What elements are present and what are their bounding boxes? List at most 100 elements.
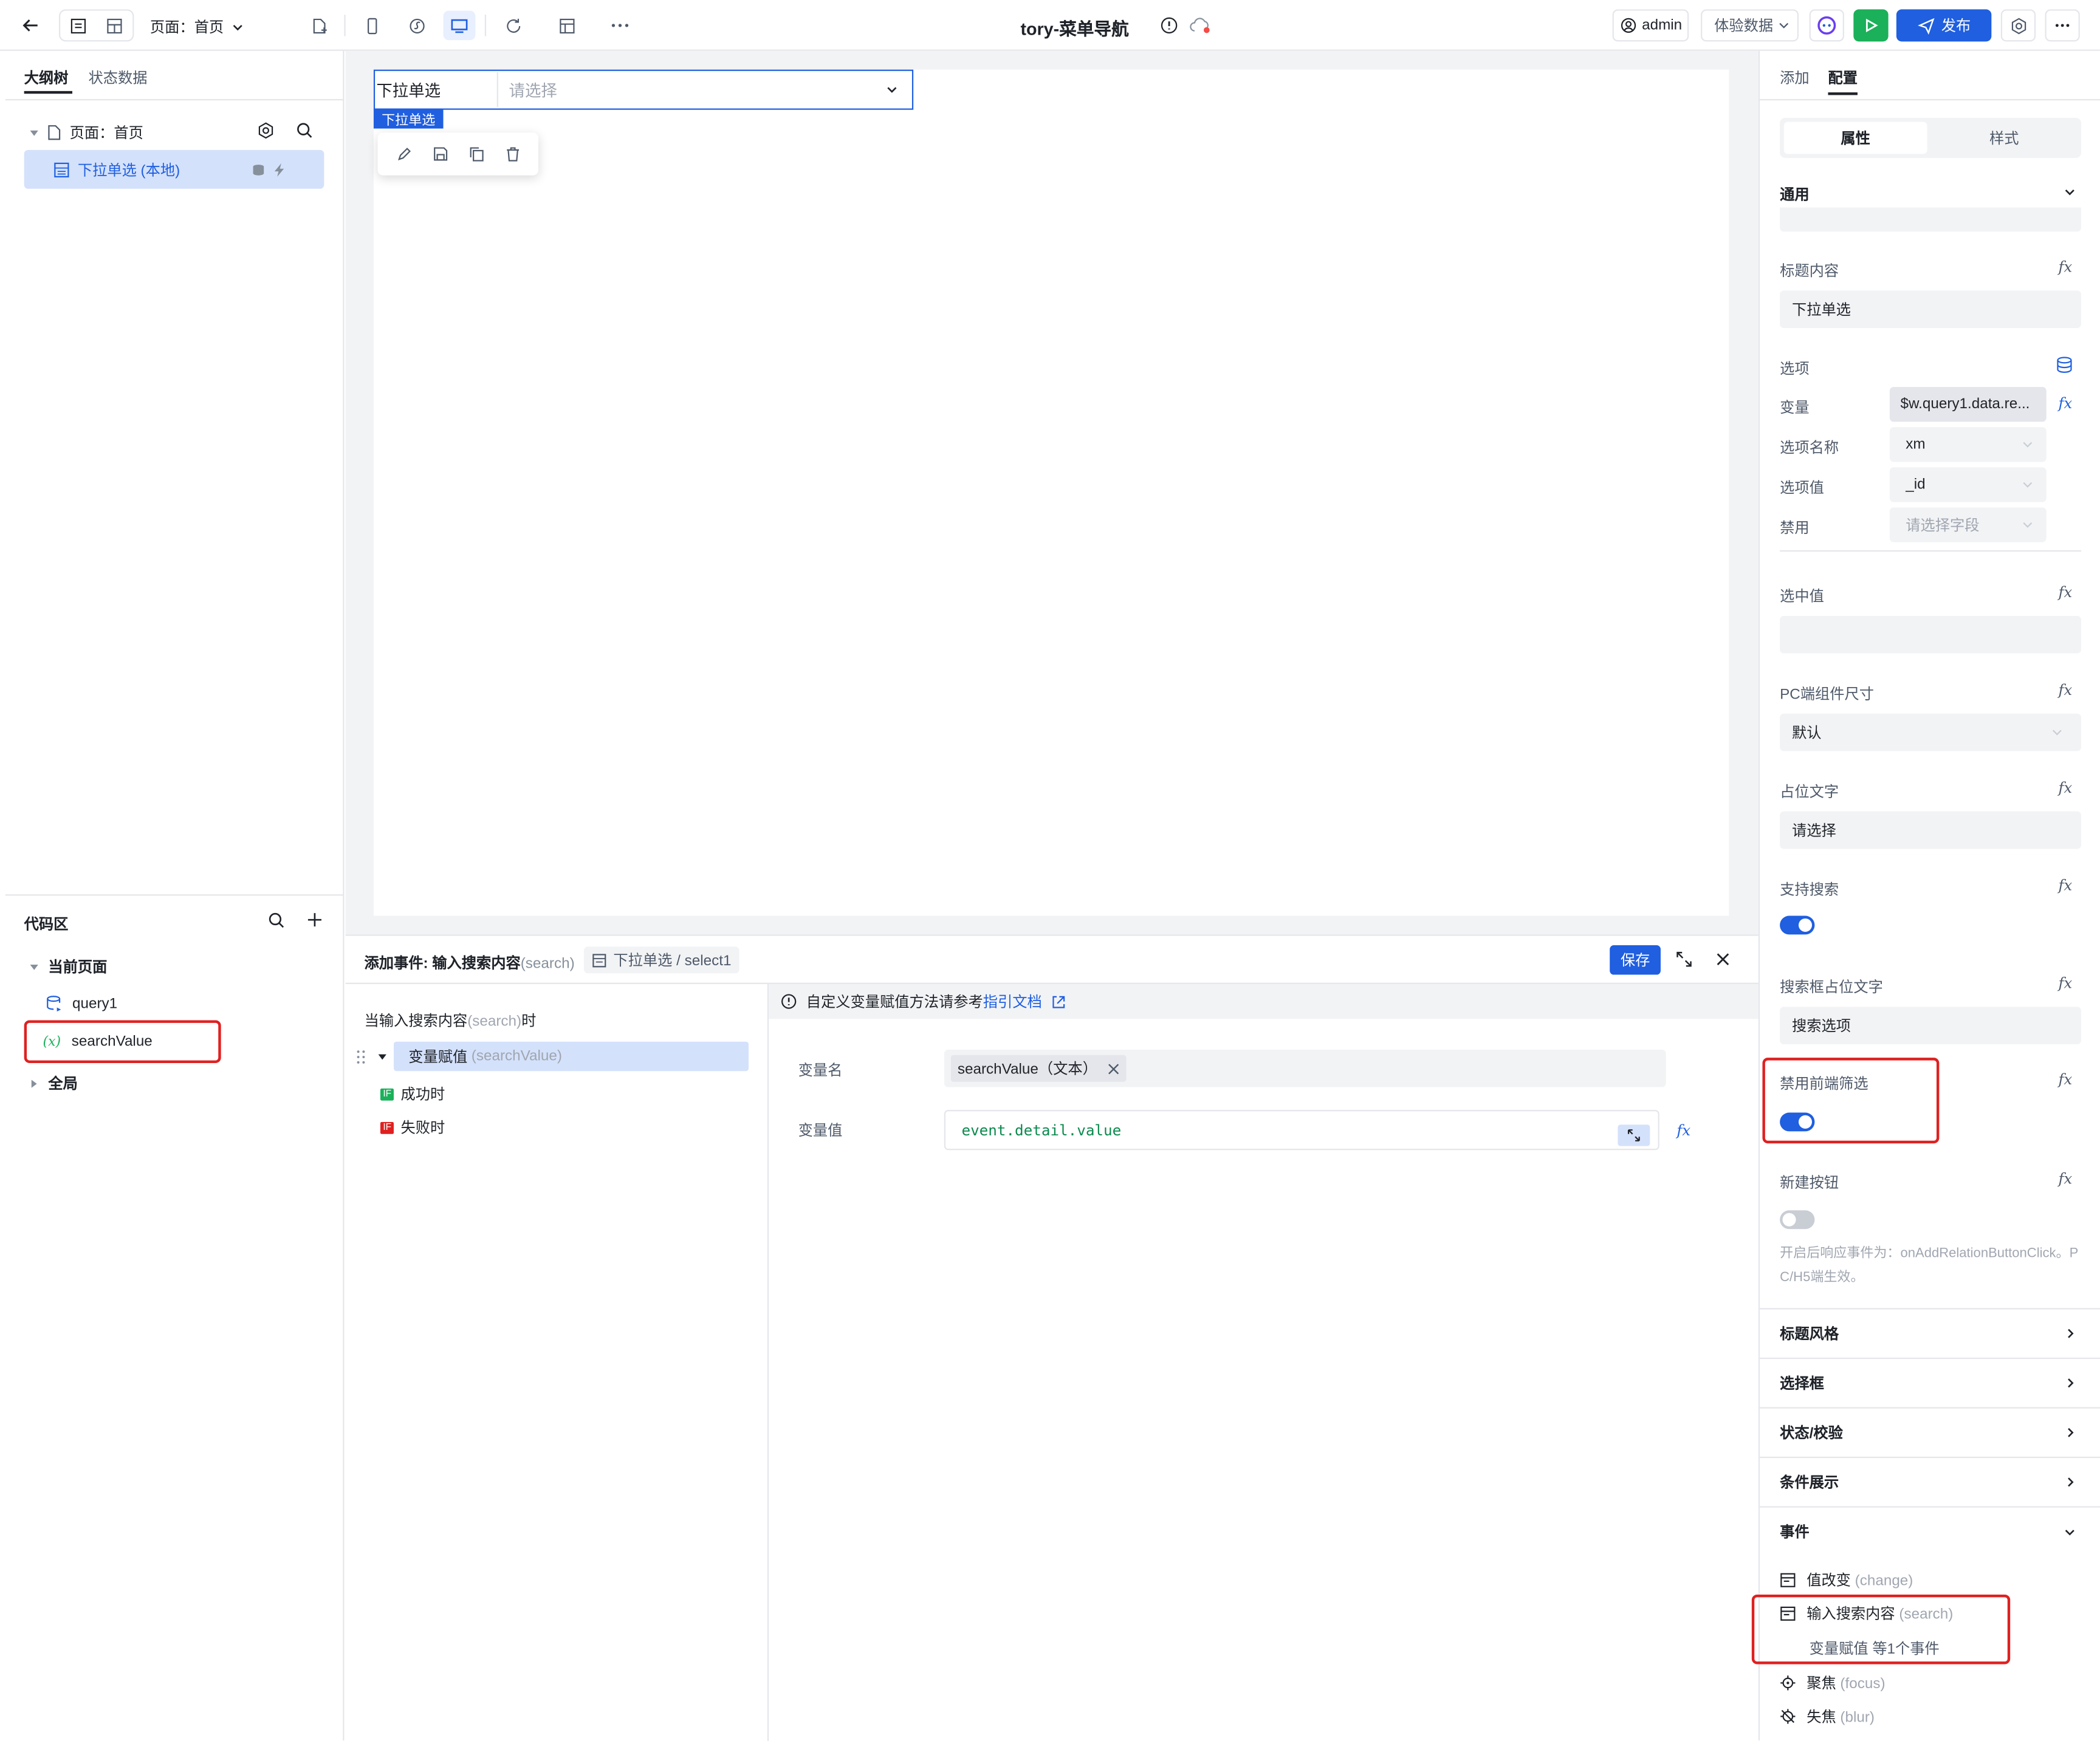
event-item-focus[interactable]: 聚焦 (focus)	[1780, 1672, 1886, 1694]
selected-value-input[interactable]	[1780, 615, 2082, 654]
branch-fail[interactable]: IF 失败时	[380, 1117, 445, 1138]
code-current-page[interactable]: 当前页面	[29, 956, 107, 977]
miniprogram-preview-icon[interactable]	[400, 11, 433, 40]
user-button[interactable]: admin	[1612, 9, 1689, 42]
event-item-blur[interactable]: 失焦 (blur)	[1780, 1706, 1875, 1727]
env-data-select[interactable]: 体验数据	[1701, 9, 1799, 42]
segment-style[interactable]: 样式	[1931, 122, 2077, 154]
expand-icon[interactable]	[1675, 951, 1693, 968]
refresh-icon[interactable]	[497, 11, 529, 40]
tip-guide-link[interactable]: 指引文档	[983, 995, 1042, 1011]
canvas-dropdown-select[interactable]: 下拉单选 请选择	[373, 69, 914, 110]
tree-page-label: 页面：首页	[69, 126, 143, 142]
var-value-editor[interactable]: event.detail.value	[944, 1110, 1659, 1151]
layout-view-icon[interactable]	[98, 11, 130, 40]
fx-icon[interactable]: fx	[2059, 779, 2073, 797]
chevron-down-icon	[2023, 442, 2033, 448]
fx-icon[interactable]: fx	[2059, 877, 2073, 895]
info-circle-icon[interactable]	[1160, 16, 1179, 35]
pc-size-select[interactable]: 默认	[1780, 713, 2082, 751]
fx-icon[interactable]: fx	[2059, 395, 2073, 412]
search-placeholder-input[interactable]: 搜索选项	[1780, 1007, 2082, 1045]
copy-icon[interactable]	[468, 146, 484, 162]
section-events[interactable]: 事件	[1760, 1506, 2100, 1556]
tree-page-node[interactable]: 页面：首页	[29, 122, 143, 143]
more-menu-icon[interactable]	[2045, 9, 2080, 42]
support-search-toggle[interactable]	[1780, 915, 1815, 935]
title-content-label: 标题内容	[1780, 264, 1839, 280]
section-state-validation[interactable]: 状态/校验	[1760, 1407, 2100, 1457]
component-name-tag: 下拉单选	[373, 108, 444, 129]
option-value-select[interactable]: _id	[1889, 467, 2047, 502]
section-title-style[interactable]: 标题风格	[1760, 1308, 2100, 1358]
event-component-breadcrumb: 下拉单选 / select1	[583, 946, 739, 974]
branch-success[interactable]: IF 成功时	[380, 1083, 445, 1104]
edit-pencil-icon[interactable]	[396, 146, 411, 162]
tag-close-icon[interactable]	[1108, 1062, 1120, 1075]
var-name-field[interactable]: searchValue（文本）	[944, 1049, 1666, 1087]
pc-size-value: 默认	[1791, 725, 1822, 742]
settings-gear-icon[interactable]	[2000, 9, 2036, 42]
fx-icon[interactable]: fx	[2059, 1071, 2073, 1089]
fx-icon[interactable]: fx	[2059, 258, 2073, 276]
placeholder-input[interactable]: 请选择	[1780, 811, 2082, 849]
chevron-right-icon	[2068, 1477, 2074, 1487]
external-link-icon[interactable]	[1051, 994, 1066, 1008]
var-binding-field[interactable]: $w.query1.data.re...	[1889, 386, 2047, 422]
template-icon[interactable]	[551, 11, 583, 40]
option-name-select[interactable]: xm	[1889, 427, 2047, 462]
user-name: admin	[1642, 17, 1683, 34]
add-code-icon[interactable]	[307, 912, 323, 928]
mobile-preview-icon[interactable]	[356, 11, 388, 40]
section-select-box[interactable]: 选择框	[1760, 1357, 2100, 1408]
code-global[interactable]: 全局	[29, 1072, 78, 1093]
chevron-down-icon[interactable]	[2064, 186, 2076, 198]
fx-icon[interactable]: fx	[2059, 975, 2073, 993]
caret-down-icon[interactable]	[378, 1052, 387, 1061]
title-content-input[interactable]: 下拉单选	[1780, 290, 2082, 328]
trigger-sub: (search)	[467, 1013, 522, 1030]
section-conditional-display[interactable]: 条件展示	[1760, 1456, 2100, 1507]
close-icon[interactable]	[1715, 952, 1730, 966]
fx-icon[interactable]: fx	[2059, 682, 2073, 699]
event-item-change[interactable]: 值改变 (change)	[1780, 1569, 1913, 1590]
datasource-icon[interactable]	[2056, 356, 2073, 374]
option-name-value: xm	[1906, 436, 1926, 453]
code-search-icon[interactable]	[268, 912, 286, 929]
action-variable-assign[interactable]: 变量赋值 (searchValue)	[393, 1041, 749, 1072]
editor-expand-icon[interactable]	[1618, 1124, 1650, 1146]
code-item-query1[interactable]: query1	[46, 995, 117, 1013]
tab-add[interactable]: 添加	[1780, 67, 1809, 88]
desktop-preview-icon[interactable]	[443, 10, 476, 41]
more-dots-icon[interactable]	[604, 11, 636, 40]
tab-outline-tree[interactable]: 大纲树	[24, 67, 69, 88]
segment-properties[interactable]: 属性	[1783, 121, 1927, 154]
caret-down-icon	[30, 129, 38, 135]
delete-trash-icon[interactable]	[504, 146, 520, 162]
outline-view-icon[interactable]	[61, 10, 94, 41]
save-icon[interactable]	[432, 146, 448, 162]
run-preview-button[interactable]	[1853, 9, 1889, 42]
tab-state-data[interactable]: 状态数据	[88, 67, 147, 88]
fx-icon[interactable]: fx	[1676, 1122, 1690, 1140]
ai-assistant-icon[interactable]	[1809, 9, 1844, 42]
canvas-page[interactable]: 下拉单选 请选择 下拉单选	[373, 69, 1729, 916]
disabled-field-select[interactable]: 请选择字段	[1889, 507, 2047, 542]
fx-icon[interactable]: fx	[2059, 584, 2073, 601]
general-section-title[interactable]: 通用	[1780, 183, 1809, 205]
var-name-label: 变量名	[798, 1062, 843, 1079]
page-selector[interactable]: 页面：首页	[150, 16, 244, 37]
tab-config[interactable]: 配置	[1828, 67, 1857, 88]
search-icon[interactable]	[296, 122, 314, 140]
chevron-right-icon	[2068, 1378, 2074, 1388]
new-button-toggle[interactable]	[1780, 1210, 1815, 1230]
drag-handle-icon[interactable]	[356, 1050, 365, 1064]
back-arrow-icon[interactable]	[15, 11, 47, 40]
fx-icon[interactable]: fx	[2059, 1170, 2073, 1188]
publish-button[interactable]: 发布	[1896, 9, 1992, 42]
add-page-icon[interactable]	[303, 11, 335, 40]
cloud-sync-icon[interactable]	[1189, 16, 1213, 35]
event-save-button[interactable]: 保存	[1610, 945, 1661, 975]
page-settings-icon[interactable]	[257, 122, 275, 140]
event-title-sub: (search)	[520, 956, 575, 973]
